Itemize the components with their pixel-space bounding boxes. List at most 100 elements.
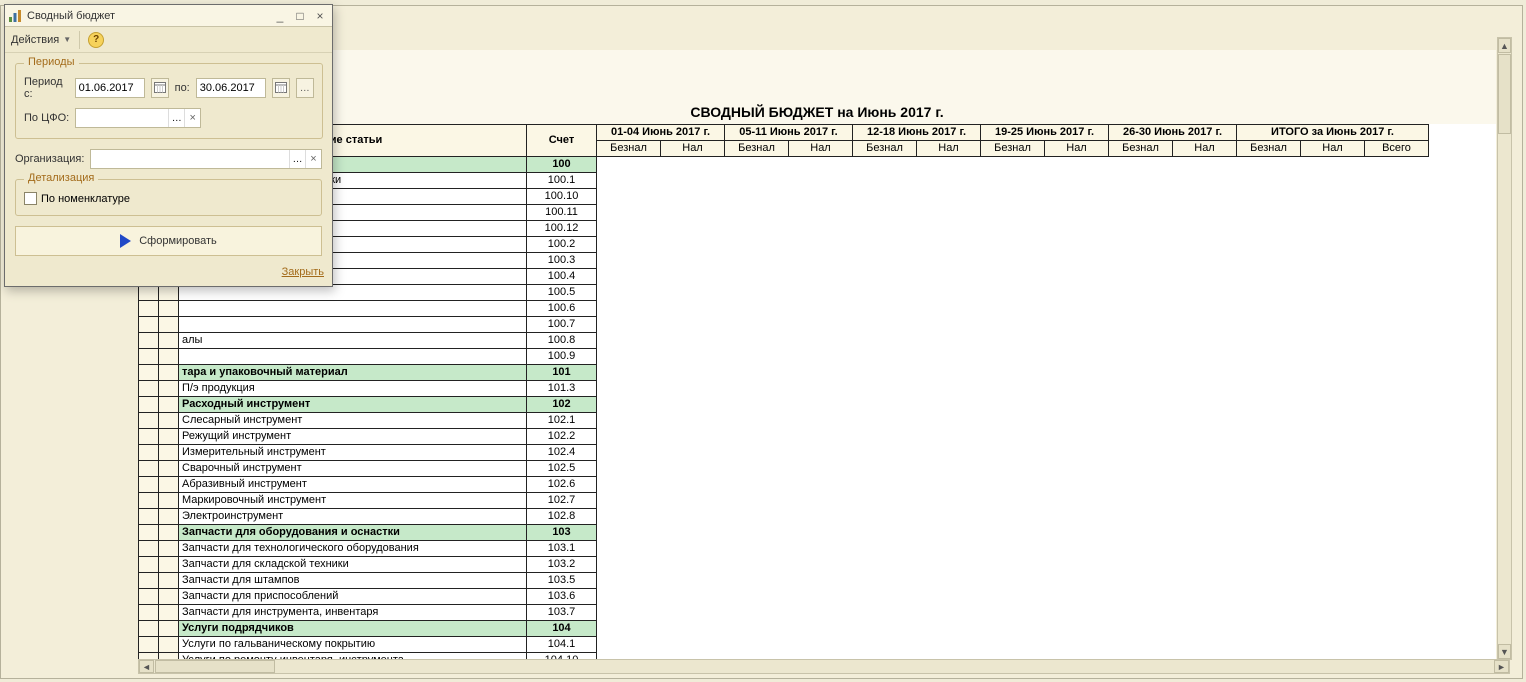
collapse-cell[interactable] [159,317,179,333]
collapse-cell[interactable] [159,573,179,589]
row-account: 100.8 [527,333,597,349]
scroll-thumb[interactable] [155,660,275,673]
collapse-cell[interactable] [159,333,179,349]
dialog-toolbar: Действия ▼ ? [5,27,332,53]
collapse-cell[interactable] [139,301,159,317]
minimize-button[interactable]: _ [270,8,290,24]
generate-button[interactable]: Сформировать [15,226,322,256]
collapse-cell[interactable] [159,589,179,605]
help-button[interactable]: ? [88,32,104,48]
row-account: 102 [527,397,597,413]
collapse-cell[interactable] [159,461,179,477]
sub-nal: Нал [1045,141,1109,157]
horizontal-scrollbar[interactable]: ◄ ► [138,659,1510,674]
collapse-cell[interactable] [159,509,179,525]
sub-beznal: Безнал [853,141,917,157]
collapse-cell[interactable] [159,541,179,557]
row-name: Электроинструмент [179,509,527,525]
row-account: 102.8 [527,509,597,525]
collapse-cell[interactable] [139,365,159,381]
period-from-input[interactable] [75,78,145,98]
close-button[interactable]: × [310,8,330,24]
scroll-down-arrow-icon[interactable]: ▼ [1498,644,1511,659]
collapse-cell[interactable] [139,349,159,365]
cfo-select-button[interactable]: … [168,109,184,127]
period-to-input[interactable] [196,78,266,98]
collapse-cell[interactable] [139,509,159,525]
cfo-label: По ЦФО: [24,112,69,124]
collapse-cell[interactable] [139,493,159,509]
collapse-cell[interactable] [159,413,179,429]
calendar-from-button[interactable] [151,78,169,98]
row-account: 100.4 [527,269,597,285]
chart-icon [7,8,23,24]
collapse-cell[interactable] [139,317,159,333]
vertical-scrollbar[interactable]: ▲ ▼ [1497,37,1512,660]
org-select-button[interactable]: … [289,150,305,168]
collapse-cell[interactable] [159,493,179,509]
collapse-cell[interactable] [139,605,159,621]
collapse-cell[interactable] [139,413,159,429]
collapse-cell[interactable] [139,397,159,413]
org-input[interactable] [91,150,289,168]
table-row: Абразивный инструмент102.6 [139,477,1429,493]
period-picker-button[interactable]: … [296,78,314,98]
collapse-cell[interactable] [159,557,179,573]
collapse-cell[interactable] [139,557,159,573]
collapse-cell[interactable] [159,445,179,461]
collapse-cell[interactable] [159,365,179,381]
row-account: 103.2 [527,557,597,573]
collapse-cell[interactable] [139,621,159,637]
collapse-cell[interactable] [159,621,179,637]
collapse-cell[interactable] [159,397,179,413]
collapse-cell[interactable] [139,525,159,541]
collapse-cell[interactable] [139,445,159,461]
collapse-cell[interactable] [139,333,159,349]
row-name: Запчасти для складской техники [179,557,527,573]
collapse-cell[interactable] [159,525,179,541]
sub-beznal: Безнал [981,141,1045,157]
scroll-thumb[interactable] [1498,54,1511,134]
collapse-cell[interactable] [159,349,179,365]
by-nomen-checkbox[interactable]: По номенклатуре [24,192,313,205]
scroll-left-arrow-icon[interactable]: ◄ [139,660,154,673]
filter-dialog: Сводный бюджет _ □ × Действия ▼ ? Период… [4,4,333,287]
sub-nal: Нал [1173,141,1237,157]
row-account: 104 [527,621,597,637]
table-row: Запчасти для штампов103.5 [139,573,1429,589]
row-account: 103.7 [527,605,597,621]
close-link[interactable]: Закрыть [282,266,324,278]
collapse-cell[interactable] [139,429,159,445]
collapse-cell[interactable] [139,637,159,653]
maximize-button[interactable]: □ [290,8,310,24]
collapse-cell[interactable] [139,541,159,557]
dialog-titlebar[interactable]: Сводный бюджет _ □ × [5,5,332,27]
calendar-to-button[interactable] [272,78,290,98]
table-row: Запчасти для инструмента, инвентаря103.7 [139,605,1429,621]
collapse-cell[interactable] [159,429,179,445]
collapse-cell[interactable] [139,573,159,589]
period-header: 26-30 Июнь 2017 г. [1109,125,1237,141]
scroll-right-arrow-icon[interactable]: ► [1494,660,1509,673]
org-clear-button[interactable]: × [305,150,321,168]
scroll-up-arrow-icon[interactable]: ▲ [1498,38,1511,53]
collapse-cell[interactable] [139,589,159,605]
collapse-cell[interactable] [159,381,179,397]
collapse-cell[interactable] [159,477,179,493]
sub-beznal: Безнал [1109,141,1173,157]
org-label: Организация: [15,153,84,165]
table-row: Запчасти для приспособлений103.6 [139,589,1429,605]
collapse-cell[interactable] [139,381,159,397]
actions-menu[interactable]: Действия ▼ [11,34,71,46]
collapse-cell[interactable] [159,605,179,621]
collapse-cell[interactable] [159,637,179,653]
collapse-cell[interactable] [139,461,159,477]
row-account: 103.6 [527,589,597,605]
table-row: Электроинструмент102.8 [139,509,1429,525]
table-row: 100.6 [139,301,1429,317]
cfo-input[interactable] [76,109,168,127]
collapse-cell[interactable] [159,301,179,317]
period-header: 05-11 Июнь 2017 г. [725,125,853,141]
collapse-cell[interactable] [139,477,159,493]
cfo-clear-button[interactable]: × [184,109,200,127]
